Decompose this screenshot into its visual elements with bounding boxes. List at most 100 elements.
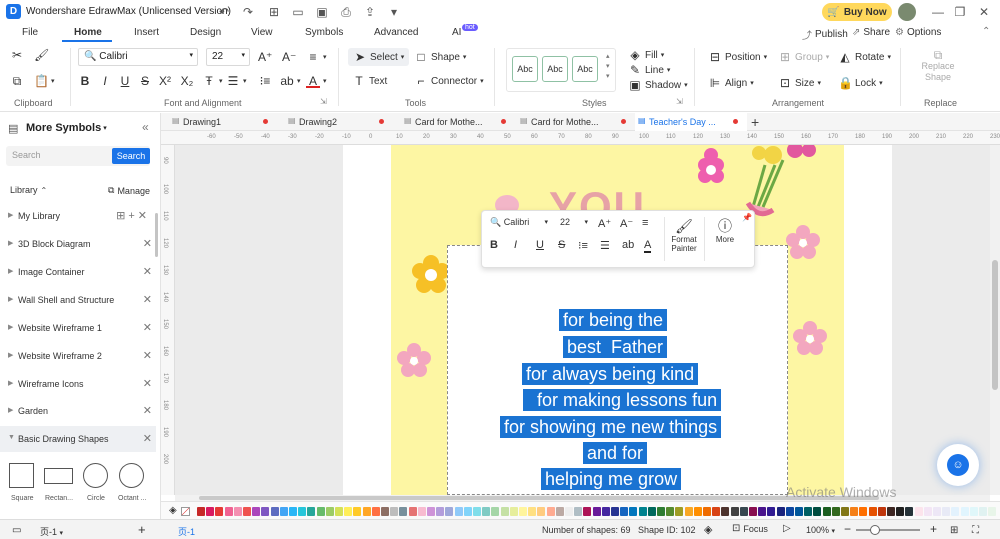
color-swatch[interactable] (914, 507, 923, 516)
color-swatch[interactable] (491, 507, 500, 516)
redo-icon[interactable]: ↷ (240, 4, 256, 20)
color-swatch[interactable] (583, 507, 592, 516)
doc-tab-card-1[interactable]: ▤ Card for Mothe... (401, 113, 513, 131)
style-preset-2[interactable]: Abc (542, 56, 568, 82)
line-button[interactable]: ✎ Line ▾ (628, 63, 670, 77)
color-swatch[interactable] (951, 507, 960, 516)
color-swatch[interactable] (316, 507, 325, 516)
card-line-6[interactable]: and for (583, 442, 648, 464)
shadow-button[interactable]: ▣ Shadow ▾ (628, 78, 687, 92)
strike-button[interactable]: S (138, 74, 152, 88)
fill-button[interactable]: ◈ Fill ▾ (628, 48, 664, 62)
tab-view[interactable]: View (251, 27, 273, 38)
size-button[interactable]: ⊡ Size ▾ (778, 76, 821, 90)
doc-tab-card-2[interactable]: ▤ Card for Mothe... (517, 113, 629, 131)
more-float-button[interactable]: ⓘ More (708, 217, 742, 244)
color-swatch[interactable] (243, 507, 251, 516)
color-swatch[interactable] (850, 507, 859, 516)
float-bullet-list-icon[interactable]: ☰ (600, 239, 610, 252)
color-swatch[interactable] (767, 507, 776, 516)
color-swatch[interactable] (344, 507, 353, 516)
color-swatch[interactable] (758, 507, 767, 516)
color-swatch[interactable] (804, 507, 813, 516)
color-swatch[interactable] (638, 507, 647, 516)
library-item-wall-shell[interactable]: ▶ Wall Shell and Structure ✕ (0, 287, 156, 313)
copy-button[interactable]: ⧉ (10, 74, 24, 88)
panel-scrollbar[interactable] (155, 213, 158, 257)
save-icon[interactable]: ▣ (314, 4, 330, 20)
group-button[interactable]: ⊞ Group ▾ (778, 50, 829, 64)
color-swatch[interactable] (693, 507, 702, 516)
horizontal-scroll-thumb[interactable] (199, 496, 879, 500)
no-fill-swatch[interactable] (181, 507, 190, 516)
more-symbols-dropdown[interactable]: More Symbols ▾ (26, 122, 107, 134)
library-item-basic-drawing-shapes[interactable]: ▼ Basic Drawing Shapes ✕ (0, 426, 156, 452)
undo-icon[interactable]: ↶ (216, 4, 232, 20)
play-icon[interactable]: ▷ (783, 523, 791, 534)
card-line-7[interactable]: helping me grow (541, 468, 682, 490)
tab-design[interactable]: Design (190, 27, 221, 38)
color-swatch[interactable] (537, 507, 546, 516)
shape-octant[interactable] (119, 463, 144, 488)
page-tab[interactable]: 页-1 (178, 525, 195, 538)
color-swatch[interactable] (979, 507, 987, 516)
paste-button[interactable]: 📋 ▾ (34, 74, 55, 88)
library-item-image-container[interactable]: ▶ Image Container ✕ (0, 259, 156, 285)
library-actions-icon[interactable]: ⊞+✕ (116, 209, 150, 222)
search-button[interactable]: Search (112, 148, 150, 164)
tab-advanced[interactable]: Advanced (374, 27, 418, 38)
export-icon[interactable]: ⇪ (362, 4, 378, 20)
fullscreen-icon[interactable]: ⛶ (972, 525, 979, 536)
format-painter-button[interactable]: 🖌 (34, 48, 49, 62)
color-swatch[interactable] (887, 507, 895, 516)
color-swatch[interactable] (813, 507, 822, 516)
color-swatch[interactable] (721, 507, 730, 516)
library-toggle[interactable]: Library ⌃ (10, 185, 47, 195)
symbol-search-field[interactable]: Search Search (6, 146, 150, 166)
tab-insert[interactable]: Insert (134, 27, 159, 38)
close-icon[interactable]: ✕ (143, 293, 152, 306)
align-button[interactable]: ≡ ▾ (306, 50, 326, 64)
options-button[interactable]: ⚙ Options (895, 27, 941, 38)
float-increase-font-icon[interactable]: A⁺ (598, 217, 611, 230)
color-swatch[interactable] (298, 507, 307, 516)
add-page-icon[interactable]: + (138, 522, 146, 537)
close-icon[interactable]: ✕ (143, 349, 152, 362)
close-icon[interactable]: ✕ (976, 4, 992, 20)
color-swatch[interactable] (252, 507, 261, 516)
color-swatch[interactable] (666, 507, 675, 516)
float-align-icon[interactable]: ≡ (642, 217, 648, 229)
color-swatch[interactable] (206, 507, 215, 516)
bullets-button[interactable]: ⁝≡ (258, 74, 272, 88)
pin-icon[interactable]: 📌 (742, 213, 752, 222)
color-swatch[interactable] (555, 507, 564, 516)
color-swatch[interactable] (325, 507, 334, 516)
format-painter-float-button[interactable]: 🖌 Format Painter (668, 217, 700, 253)
library-item-garden[interactable]: ▶ Garden ✕ (0, 398, 156, 424)
color-swatch[interactable] (620, 507, 629, 516)
color-swatch[interactable] (795, 507, 803, 516)
doc-tab-teachers-day[interactable]: ▤ Teacher's Day ... (635, 113, 747, 131)
color-swatch[interactable] (647, 507, 656, 516)
fill-picker-icon[interactable]: ◈ (169, 505, 177, 516)
tab-ai[interactable]: AI (452, 27, 461, 38)
layers-icon[interactable]: ◈ (704, 523, 712, 536)
manage-button[interactable]: ⧉ Manage (108, 185, 150, 196)
color-swatch[interactable] (730, 507, 739, 516)
color-swatch[interactable] (270, 507, 279, 516)
color-swatch[interactable] (353, 507, 362, 516)
color-swatch[interactable] (390, 507, 399, 516)
color-swatch[interactable] (565, 507, 573, 516)
color-swatch[interactable] (335, 507, 343, 516)
color-swatch[interactable] (969, 507, 978, 516)
color-swatch[interactable] (371, 507, 380, 516)
color-swatch[interactable] (601, 507, 610, 516)
doc-tab-drawing2[interactable]: ▤ Drawing2 (285, 113, 397, 131)
new-icon[interactable]: ⊞ (266, 4, 282, 20)
underline-button[interactable]: U (118, 74, 132, 88)
color-swatch[interactable] (611, 507, 619, 516)
color-swatch[interactable] (822, 507, 831, 516)
fit-page-icon[interactable]: ⊞ (950, 525, 958, 536)
close-icon[interactable]: ✕ (143, 377, 152, 390)
color-swatch[interactable] (749, 507, 757, 516)
